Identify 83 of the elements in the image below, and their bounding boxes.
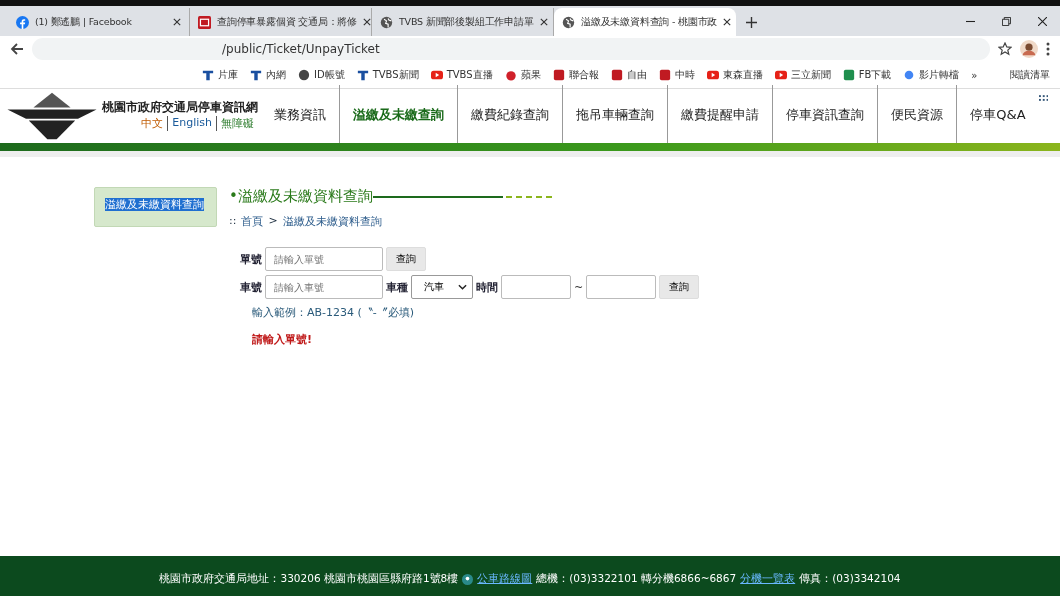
bookmark[interactable]: 聯合報 bbox=[552, 68, 599, 82]
breadcrumb-prefix: :: bbox=[229, 214, 237, 229]
close-icon[interactable] bbox=[723, 18, 732, 26]
chevron-icon bbox=[458, 284, 467, 290]
avatar-icon[interactable] bbox=[1020, 40, 1038, 58]
range-separator: ~ bbox=[574, 280, 584, 294]
field-label: 單號 bbox=[240, 251, 262, 267]
bookmark-icon bbox=[202, 69, 214, 81]
bookmark[interactable]: 中時 bbox=[658, 68, 695, 82]
search-button[interactable]: 查詢 bbox=[659, 275, 700, 299]
search-button[interactable]: 查詢 bbox=[386, 247, 426, 271]
start-time-field[interactable] bbox=[501, 275, 571, 299]
breadcrumb-link[interactable]: 溢繳及未繳資料查詢 bbox=[282, 214, 382, 229]
field-label: 時間 bbox=[476, 279, 498, 295]
extension-list-link[interactable]: 分機一覽表 bbox=[740, 572, 796, 586]
bookmark-icon bbox=[250, 69, 262, 81]
page-title: •溢繳及未繳資料查詢 bbox=[229, 187, 373, 206]
tab-title: 查詢停車暴露個資 交通局：將修 bbox=[217, 15, 358, 29]
bookmark[interactable]: 內網 bbox=[250, 68, 286, 82]
bookmark[interactable]: 片庫 bbox=[202, 68, 238, 82]
tab-title: (1) 鄭遙鵬 | Facebook bbox=[35, 15, 133, 29]
close-icon[interactable] bbox=[173, 18, 181, 26]
bookmark-icon bbox=[504, 69, 517, 81]
footer-address: 桃園市政府交通局地址：330206 桃園市桃園區縣府路1號8樓 bbox=[159, 572, 459, 586]
breadcrumb-separator: > bbox=[268, 214, 278, 229]
grid-icon bbox=[1038, 95, 1048, 101]
plate-number-field[interactable]: 請輸入車號 bbox=[265, 275, 383, 299]
bookmark-icon bbox=[903, 69, 916, 81]
menu-icon[interactable] bbox=[1046, 42, 1050, 56]
bookmark-icon bbox=[774, 69, 787, 81]
bill-number-field[interactable]: 請輸入單號 bbox=[265, 247, 383, 271]
new-tab-icon[interactable] bbox=[746, 17, 757, 28]
error-message: 請輸入單號! bbox=[252, 332, 314, 347]
location-pin-icon bbox=[462, 573, 474, 585]
bookmark-icon bbox=[842, 69, 855, 81]
bookmark-icon bbox=[552, 69, 565, 81]
address-bar[interactable]: /public/Ticket/UnpayTicket bbox=[32, 38, 990, 60]
bookmark-icon bbox=[298, 69, 310, 81]
sidebar-item[interactable]: 溢繳及未繳資料查詢 bbox=[94, 187, 217, 227]
breadcrumb-link[interactable]: 首頁 bbox=[241, 214, 264, 229]
language-link[interactable]: 無障礙 bbox=[216, 116, 258, 131]
restore-icon[interactable] bbox=[1001, 16, 1011, 26]
bookmark-icon bbox=[430, 69, 443, 81]
site-name: 桃園市政府交通局停車資訊網 bbox=[102, 99, 258, 116]
back-icon[interactable] bbox=[10, 42, 24, 56]
bookmark[interactable]: ID帳號 bbox=[298, 68, 345, 82]
footer-fax: 傳真：(03)3342104 bbox=[799, 572, 901, 586]
tab-title: 溢繳及未繳資料查詢 - 桃園市政 bbox=[581, 15, 718, 29]
bookmark[interactable]: 東森直播 bbox=[706, 68, 763, 82]
bookmark[interactable]: 影片轉檔 bbox=[903, 68, 960, 82]
bus-map-link[interactable]: 公車路線圖 bbox=[477, 572, 533, 586]
vehicle-type-dropdown[interactable]: 汽車 bbox=[411, 275, 473, 299]
globe-icon bbox=[562, 15, 575, 29]
bookmark-icon bbox=[610, 69, 623, 81]
bookmark-icon bbox=[658, 69, 671, 81]
footer-phone: 總機：(03)3322101 轉分機6866~6867 bbox=[536, 572, 737, 586]
bookmark[interactable]: TVBS直播 bbox=[430, 68, 493, 82]
reading-list-button[interactable]: 閱讀清單 bbox=[1010, 68, 1050, 82]
end-time-field[interactable] bbox=[586, 275, 657, 299]
close-icon[interactable] bbox=[1037, 16, 1047, 26]
more-bookmarks-button[interactable]: » bbox=[971, 69, 978, 81]
bookmark[interactable]: 三立新聞 bbox=[774, 68, 831, 82]
field-label: 車號 bbox=[240, 279, 262, 295]
bookmark[interactable]: 蘋果 bbox=[504, 68, 541, 82]
close-icon[interactable] bbox=[363, 18, 372, 26]
tab-title: TVBS 新聞部後製組工作申請單 bbox=[399, 15, 534, 29]
language-link[interactable]: English bbox=[167, 116, 216, 131]
bookmark-icon bbox=[706, 69, 719, 81]
globe-icon bbox=[380, 15, 393, 29]
facebook-icon bbox=[16, 15, 29, 29]
bookmark[interactable]: TVBS新聞 bbox=[356, 68, 419, 82]
bookmark[interactable]: FB下載 bbox=[842, 68, 892, 82]
close-icon[interactable] bbox=[539, 18, 548, 26]
news-logo-icon bbox=[198, 15, 211, 29]
star-icon[interactable] bbox=[998, 42, 1012, 56]
bookmark-icon bbox=[356, 69, 369, 81]
nav-item[interactable]: 停車Q&A bbox=[957, 85, 1039, 145]
field-label: 車種 bbox=[386, 279, 408, 295]
language-link[interactable]: 中文 bbox=[137, 116, 168, 131]
browser-tab[interactable]: 溢繳及未繳資料查詢 - 桃園市政 bbox=[554, 8, 736, 36]
url-text: /public/Ticket/UnpayTicket bbox=[222, 42, 380, 56]
bookmark[interactable]: 自由 bbox=[610, 68, 647, 82]
input-hint: 輸入範例：AB-1234 (〝-〞必填) bbox=[252, 305, 416, 320]
